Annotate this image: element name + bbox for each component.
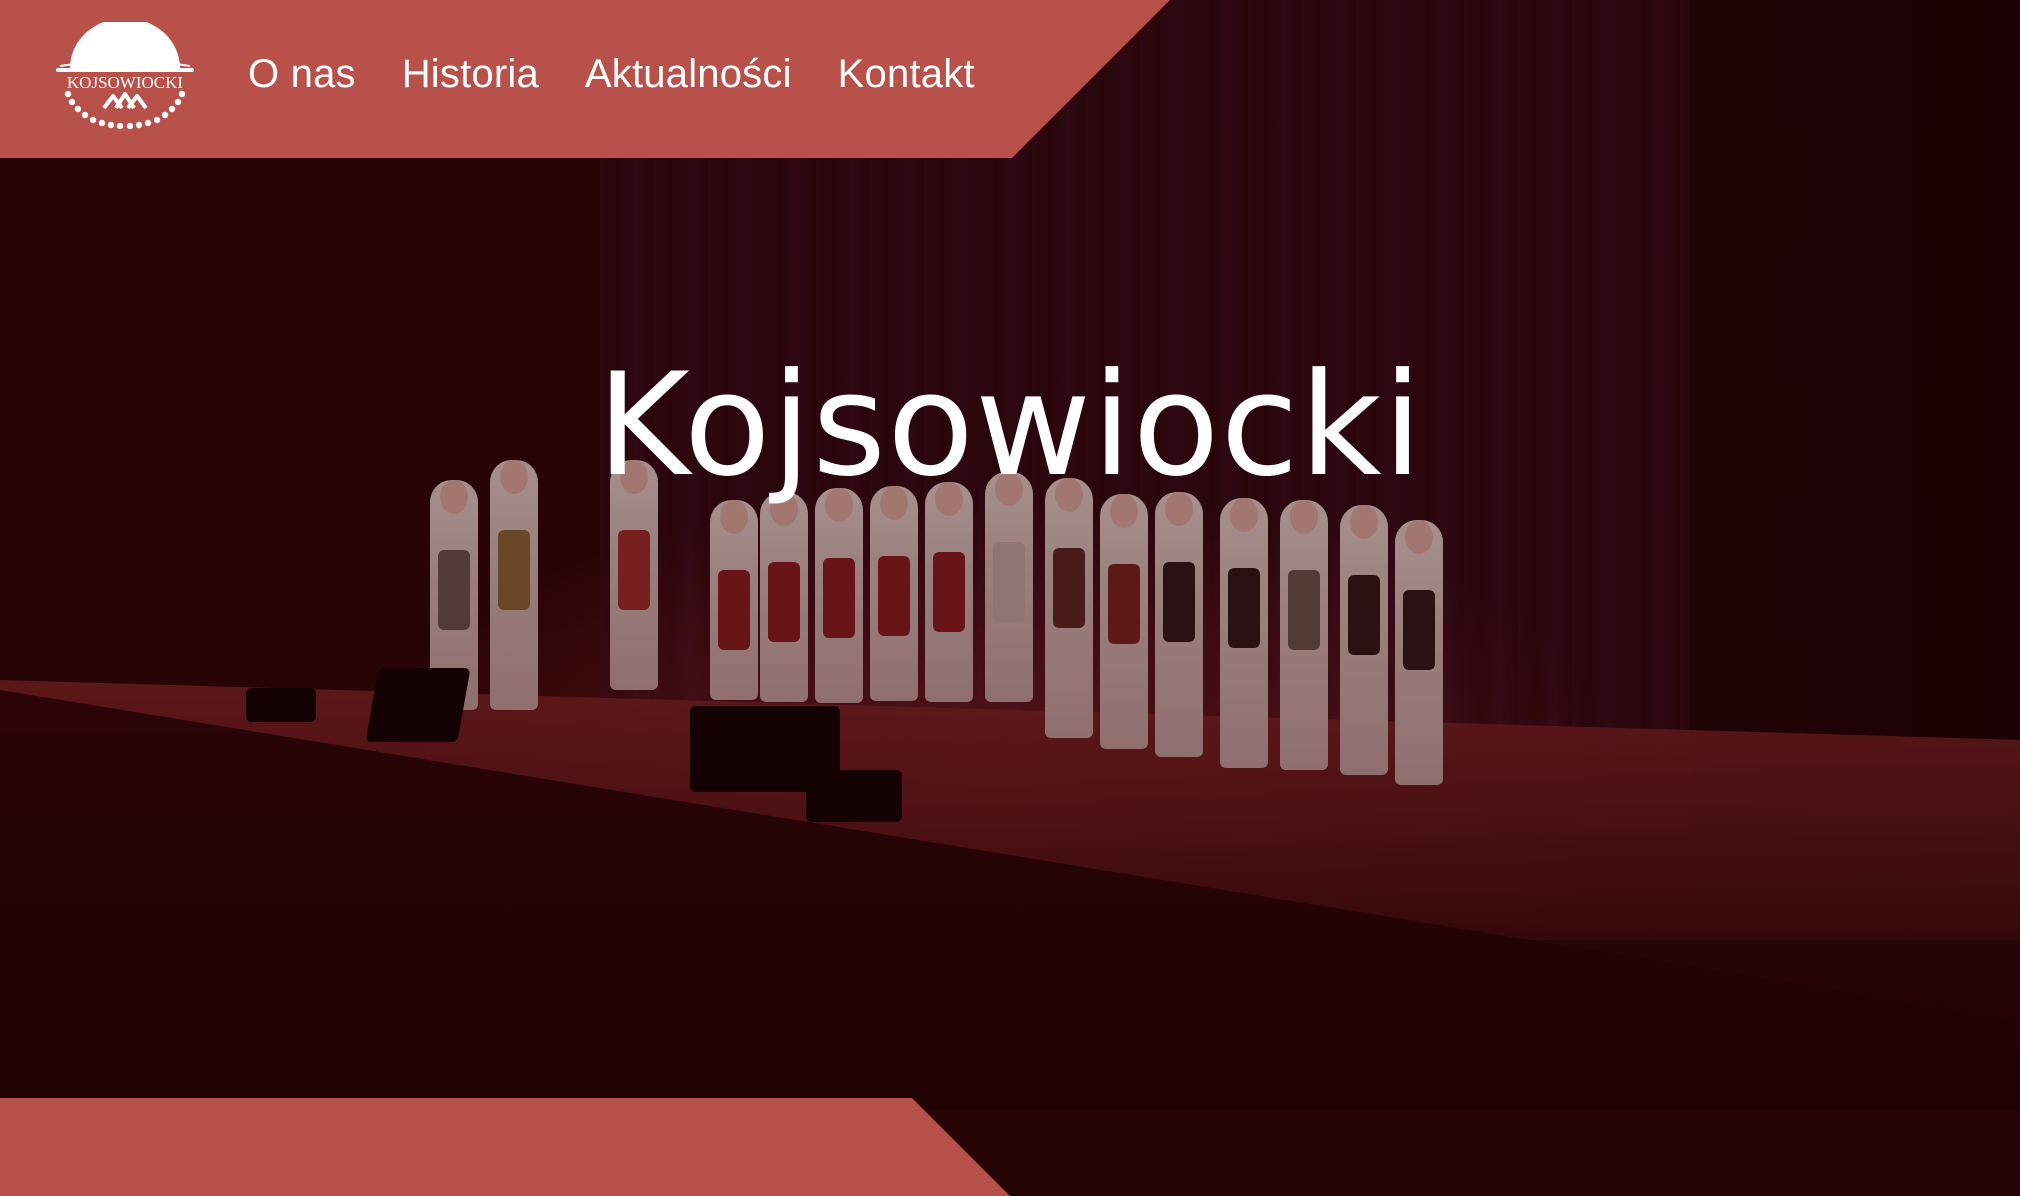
hero-overlay	[0, 0, 2020, 1196]
logo-text: KOJSOWIOCKI	[67, 73, 184, 92]
main-nav: O nas Historia Aktualności Kontakt	[248, 52, 975, 97]
site-logo[interactable]: KOJSOWIOCKI	[50, 18, 200, 132]
nav-item-kontakt[interactable]: Kontakt	[838, 52, 975, 97]
bottom-accent-band	[0, 1098, 1010, 1196]
hero-title: Kojsowiocki	[596, 343, 1424, 509]
logo-emblem-icon: KOJSOWIOCKI	[56, 18, 194, 130]
nav-item-aktualnosci[interactable]: Aktualności	[585, 52, 792, 97]
hero-background-image	[0, 0, 2020, 1196]
nav-item-historia[interactable]: Historia	[402, 52, 539, 97]
page: Kojsowiocki KOJSOWIOCKI O nas Historia A…	[0, 0, 2020, 1196]
nav-item-o-nas[interactable]: O nas	[248, 52, 356, 97]
